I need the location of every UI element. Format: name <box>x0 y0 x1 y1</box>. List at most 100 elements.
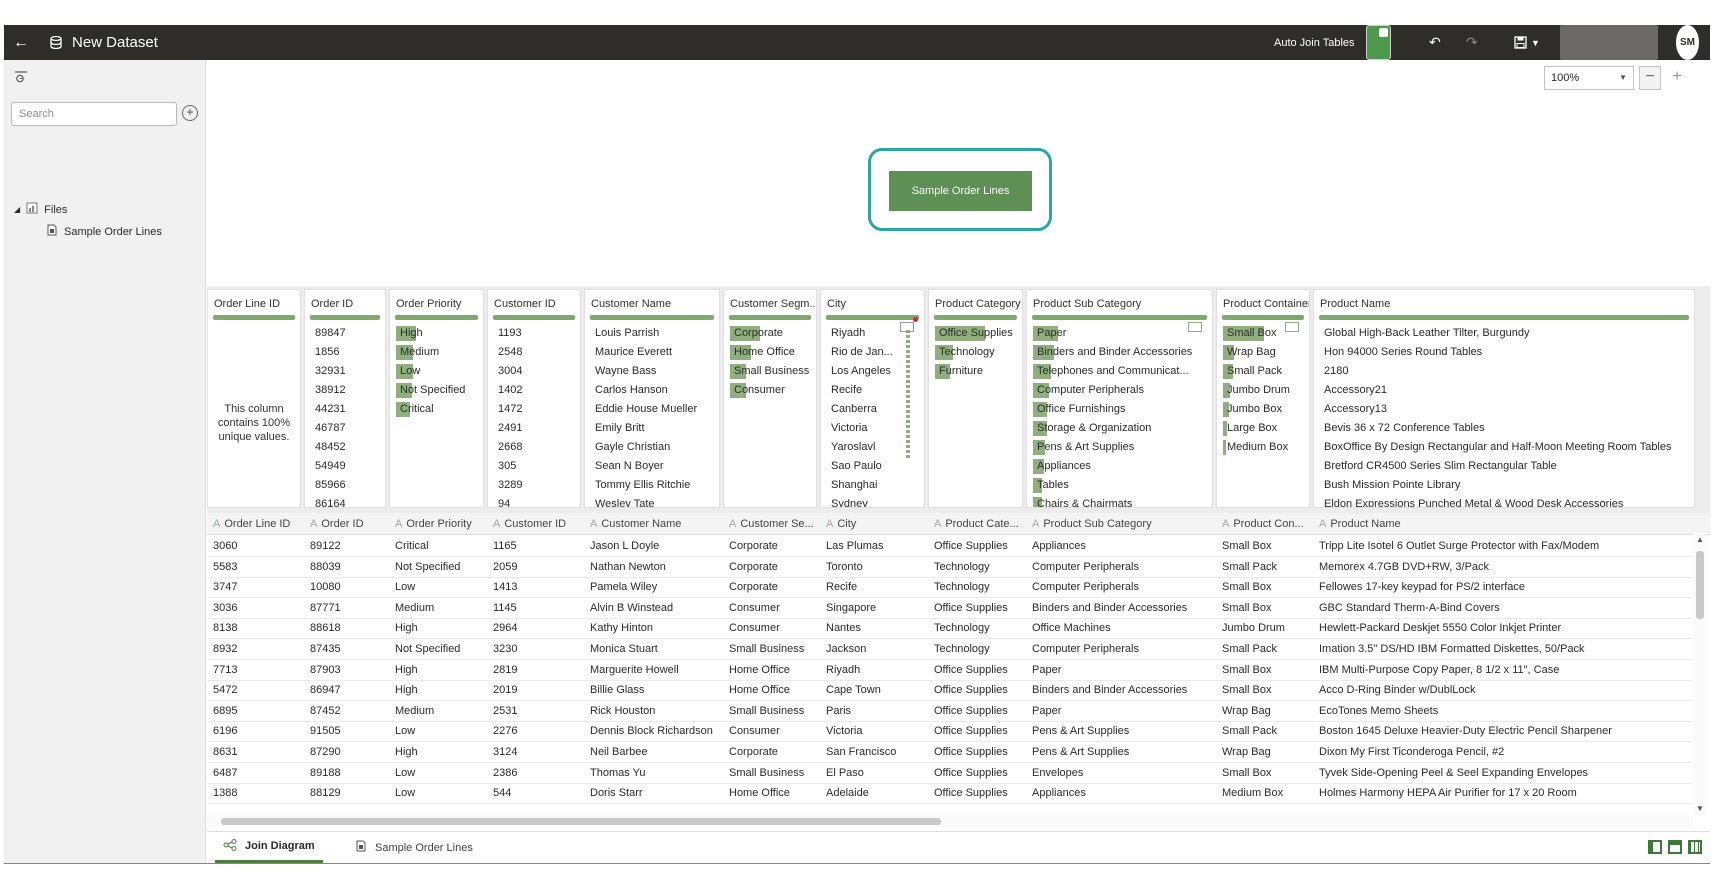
zoom-in-button[interactable]: + <box>1666 66 1688 90</box>
profile-column[interactable]: City Riyadh Rio de Jan... Los Angeles Recife… <box>820 289 925 508</box>
profile-value[interactable]: 3004 <box>494 362 576 381</box>
profile-value[interactable]: Critical <box>396 400 479 419</box>
save-icon[interactable] <box>1514 25 1527 60</box>
profile-view-icon[interactable] <box>1668 840 1682 854</box>
profile-value[interactable]: Emily Britt <box>591 419 715 438</box>
profile-value[interactable]: Bush Mission Pointe Library <box>1320 476 1690 495</box>
profile-value[interactable]: Carlos Hanson <box>591 381 715 400</box>
profile-value[interactable]: High <box>396 324 479 343</box>
profile-value[interactable]: 305 <box>494 457 576 476</box>
grid-column-header[interactable]: A Product Name <box>1313 513 1710 535</box>
table-row[interactable]: 8932 87435 Not Specified 3230 Monica Stuart S… <box>207 638 1697 660</box>
profile-column[interactable]: Order Line ID This column contains 100% u… <box>207 289 301 508</box>
profile-column[interactable]: Product Category Office Supplies Technolog… <box>928 289 1023 508</box>
profile-value[interactable]: 48452 <box>311 438 381 457</box>
profile-value[interactable]: 1856 <box>311 343 381 362</box>
mini-chart-icon[interactable] <box>900 322 914 332</box>
profile-value[interactable]: 94 <box>494 495 576 507</box>
zoom-select[interactable]: 100% ▼ <box>1544 66 1634 90</box>
profile-value[interactable]: 2668 <box>494 438 576 457</box>
profile-value[interactable]: 1193 <box>494 324 576 343</box>
profile-value[interactable]: Bevis 36 x 72 Conference Tables <box>1320 419 1690 438</box>
profile-value[interactable]: Not Specified <box>396 381 479 400</box>
profile-value[interactable]: Hon 94000 Series Round Tables <box>1320 343 1690 362</box>
grid-column-header[interactable]: A Product Cate... <box>928 513 1026 535</box>
profile-value[interactable]: Corporate <box>730 324 812 343</box>
search-input[interactable] <box>11 102 177 126</box>
undo-button[interactable]: ↶ <box>1429 25 1441 60</box>
profile-value[interactable]: Office Supplies <box>935 324 1018 343</box>
profile-value[interactable]: Eddie House Mueller <box>591 400 715 419</box>
profile-value[interactable]: Pens & Art Supplies <box>1033 438 1208 457</box>
save-menu-chevron-down-icon[interactable]: ▼ <box>1531 25 1540 60</box>
table-row[interactable]: 3060 89122 Critical 1165 Jason L Doyle Corpor… <box>207 535 1697 557</box>
profile-value[interactable]: Consumer <box>730 381 812 400</box>
profile-value[interactable]: Louis Parrish <box>591 324 715 343</box>
grid-column-header[interactable]: A Product Sub Category <box>1026 513 1216 535</box>
grid-column-header[interactable]: A Customer Se... <box>723 513 820 535</box>
profile-value[interactable]: 1402 <box>494 381 576 400</box>
profile-value[interactable]: 54949 <box>311 457 381 476</box>
grid-view-icon[interactable] <box>1688 840 1702 854</box>
profile-value[interactable]: 2180 <box>1320 362 1690 381</box>
profile-value[interactable]: 3289 <box>494 476 576 495</box>
profile-column[interactable]: Customer Name Louis Parrish Maurice Everet… <box>584 289 720 508</box>
scroll-thumb[interactable] <box>221 818 941 825</box>
table-row[interactable]: 8138 88618 High 2964 Kathy Hinton Consumer Nan… <box>207 617 1697 640</box>
profile-value[interactable]: Medium <box>396 343 479 362</box>
mini-chart-icon[interactable] <box>1188 322 1202 332</box>
profile-value[interactable]: Binders and Binder Accessories <box>1033 343 1208 362</box>
profile-value[interactable]: Technology <box>935 343 1018 362</box>
profile-value[interactable]: Eldon Expressions Punched Metal & Wood D… <box>1320 495 1690 507</box>
table-row[interactable]: 5583 88039 Not Specified 2059 Nathan Newton C… <box>207 556 1697 578</box>
profile-column[interactable]: Customer ID 1193 2548 3004 1402 1472 2491 2668 3… <box>487 289 581 508</box>
profile-value[interactable]: Tables <box>1033 476 1208 495</box>
profile-value[interactable]: Global High-Back Leather Tilter, Burgund… <box>1320 324 1690 343</box>
profile-value[interactable]: Tommy Ellis Ritchie <box>591 476 715 495</box>
profile-value[interactable]: 32931 <box>311 362 381 381</box>
grid-column-header[interactable]: A Product Con... <box>1216 513 1313 535</box>
profile-value[interactable]: BoxOffice By Design Rectangular and Half… <box>1320 438 1690 457</box>
profile-value[interactable]: 2548 <box>494 343 576 362</box>
profile-value[interactable]: Accessory21 <box>1320 381 1690 400</box>
profile-value[interactable]: Office Furnishings <box>1033 400 1208 419</box>
add-source-button[interactable]: + <box>182 105 198 121</box>
grid-column-header[interactable]: A Order Line ID <box>207 513 304 535</box>
profile-value[interactable]: Jumbo Box <box>1223 400 1305 419</box>
join-diagram-canvas[interactable]: 100% ▼ − + Sample Order Lines <box>207 60 1710 286</box>
tree-node-files[interactable]: ◢ Files <box>14 202 67 217</box>
avatar[interactable]: SM <box>1676 25 1699 60</box>
profile-value[interactable]: 1472 <box>494 400 576 419</box>
profile-value[interactable]: Sean N Boyer <box>591 457 715 476</box>
table-row[interactable]: 6895 87452 Medium 2531 Rick Houston Small Bus… <box>207 700 1697 722</box>
redo-button[interactable]: ↷ <box>1466 25 1478 60</box>
panel-collapse-icon[interactable] <box>14 71 28 86</box>
run-button[interactable] <box>1560 25 1658 60</box>
table-row[interactable]: 7713 87903 High 2819 Marguerite Howell Home O… <box>207 659 1697 681</box>
profile-value[interactable]: Storage & Organization <box>1033 419 1208 438</box>
profile-value[interactable]: Large Box <box>1223 419 1305 438</box>
grid-column-header[interactable]: A Order Priority <box>389 513 487 535</box>
table-row[interactable]: 3747 10080 Low 1413 Pamela Wiley Corporate Rec… <box>207 576 1697 599</box>
profile-value[interactable]: Small Business <box>730 362 812 381</box>
profile-value[interactable]: Wrap Bag <box>1223 343 1305 362</box>
profile-value[interactable]: Jumbo Drum <box>1223 381 1305 400</box>
profile-column[interactable]: Order Priority High Medium Low Not Specified… <box>389 289 484 508</box>
profile-value[interactable]: Furniture <box>935 362 1018 381</box>
profile-value[interactable]: Medium Box <box>1223 438 1305 457</box>
profile-value[interactable]: Wesley Tate <box>591 495 715 507</box>
grid-column-header[interactable]: A Customer Name <box>584 513 723 535</box>
tab-join-diagram[interactable]: Join Diagram <box>215 832 323 863</box>
profile-value[interactable]: Chairs & Chairmats <box>1033 495 1208 507</box>
table-row[interactable]: 1388 88129 Low 544 Doris Starr Home Office Ade… <box>207 782 1697 805</box>
profile-value[interactable]: Bretford CR4500 Series Slim Rectangular … <box>1320 457 1690 476</box>
mini-chart-icon[interactable] <box>1285 322 1299 332</box>
profile-value[interactable]: 46787 <box>311 419 381 438</box>
profile-value[interactable]: Gayle Christian <box>591 438 715 457</box>
profile-value[interactable]: Shanghai <box>827 476 920 495</box>
grid-column-header[interactable]: A City <box>820 513 928 535</box>
profile-value[interactable]: Home Office <box>730 343 812 362</box>
expand-triangle-icon[interactable]: ◢ <box>14 205 20 214</box>
zoom-out-button[interactable]: − <box>1639 66 1661 90</box>
scroll-thumb[interactable] <box>1696 551 1704 619</box>
